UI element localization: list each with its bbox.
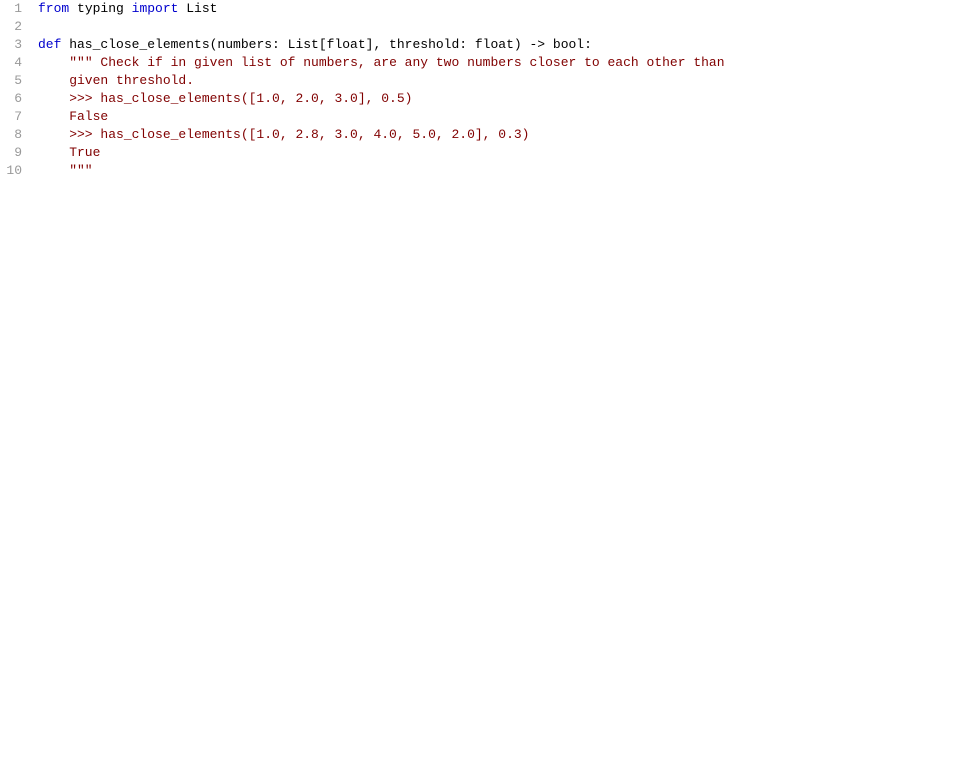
text-list: List	[178, 1, 217, 16]
line-number-6: 6	[0, 90, 30, 108]
docstring-start: """ Check if in given list of numbers, a…	[69, 55, 724, 70]
code-line-8: >>> has_close_elements([1.0, 2.8, 3.0, 4…	[38, 126, 960, 144]
docstring-result1: False	[38, 109, 108, 124]
docstring-end: """	[38, 163, 93, 178]
code-line-7: False	[38, 108, 960, 126]
docstring-line2: given threshold.	[38, 73, 194, 88]
line-number-5: 5	[0, 72, 30, 90]
keyword-def: def	[38, 37, 61, 52]
line-number-10: 10	[0, 162, 30, 180]
code-line-9: True	[38, 144, 960, 162]
code-line-2	[38, 18, 960, 36]
docstring-example1: >>> has_close_elements([1.0, 2.0, 3.0], …	[38, 91, 412, 106]
line-numbers: 1 2 3 4 5 6 7 8 9 10	[0, 0, 30, 766]
keyword-from: from	[38, 1, 69, 16]
docstring-example2: >>> has_close_elements([1.0, 2.8, 3.0, 4…	[38, 127, 529, 142]
line-number-1: 1	[0, 0, 30, 18]
line-number-7: 7	[0, 108, 30, 126]
code-editor: 1 2 3 4 5 6 7 8 9 10 from typing import …	[0, 0, 960, 766]
code-line-5: given threshold.	[38, 72, 960, 90]
line-number-8: 8	[0, 126, 30, 144]
line-number-3: 3	[0, 36, 30, 54]
line-number-9: 9	[0, 144, 30, 162]
code-line-1: from typing import List	[38, 0, 960, 18]
text-typing: typing	[69, 1, 131, 16]
code-line-6: >>> has_close_elements([1.0, 2.0, 3.0], …	[38, 90, 960, 108]
indent	[38, 55, 69, 70]
code-line-4: """ Check if in given list of numbers, a…	[38, 54, 960, 72]
code-line-3: def has_close_elements(numbers: List[flo…	[38, 36, 960, 54]
docstring-result2: True	[38, 145, 100, 160]
code-content: from typing import List def has_close_el…	[30, 0, 960, 766]
keyword-import: import	[132, 1, 179, 16]
code-line-10: """	[38, 162, 960, 180]
line-number-4: 4	[0, 54, 30, 72]
function-signature: has_close_elements(numbers: List[float],…	[61, 37, 592, 52]
line-number-2: 2	[0, 18, 30, 36]
